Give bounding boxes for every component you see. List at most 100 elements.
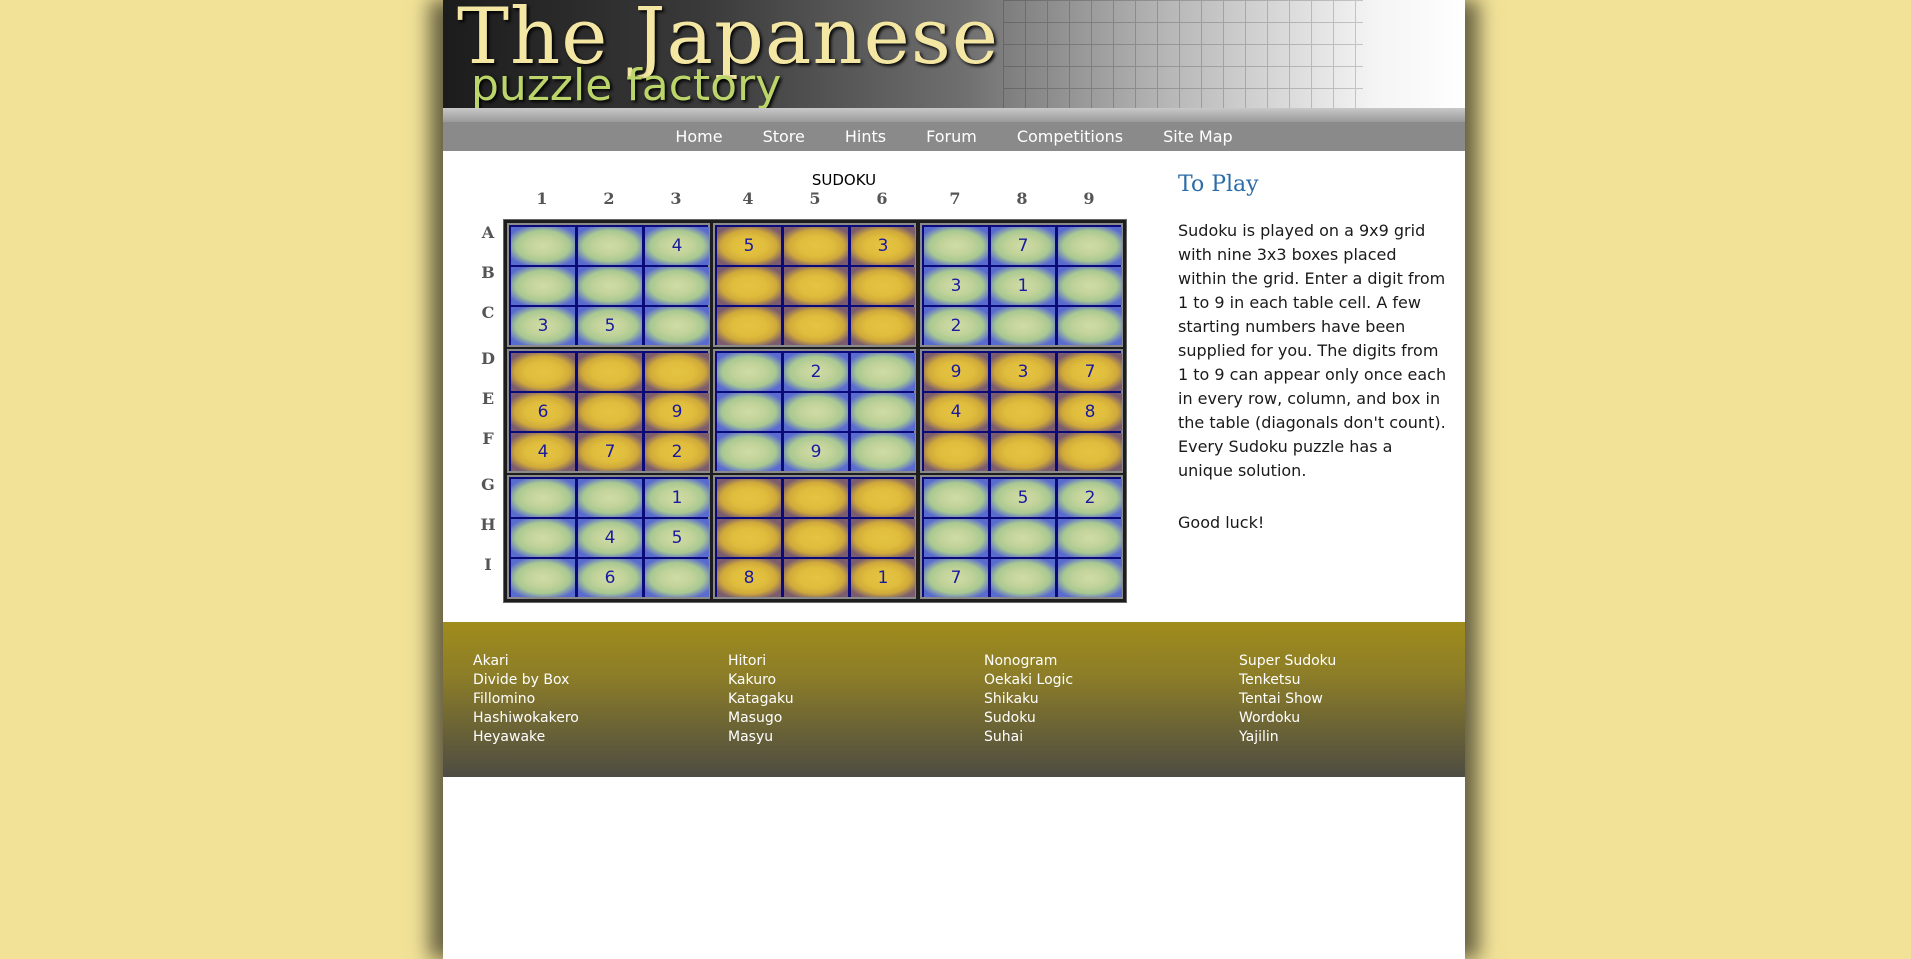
nav-site-map[interactable]: Site Map — [1143, 127, 1253, 146]
nav-home[interactable]: Home — [655, 127, 742, 146]
sudoku-cell-h7[interactable] — [924, 519, 988, 557]
sudoku-cell-h3[interactable]: 5 — [645, 519, 709, 557]
footer-link[interactable]: Kakuro — [728, 671, 794, 690]
footer-link[interactable]: Hashiwokakero — [473, 709, 579, 728]
sudoku-cell-i3[interactable] — [645, 559, 709, 597]
footer-link[interactable]: Divide by Box — [473, 671, 579, 690]
sudoku-cell-h9[interactable] — [1058, 519, 1122, 557]
sudoku-cell-b3[interactable] — [645, 267, 709, 305]
sudoku-cell-c6[interactable] — [851, 307, 915, 345]
footer-link[interactable]: Super Sudoku — [1239, 652, 1336, 671]
sudoku-cell-d2[interactable] — [578, 353, 642, 391]
sudoku-cell-h4[interactable] — [717, 519, 781, 557]
sudoku-cell-d9[interactable]: 7 — [1058, 353, 1122, 391]
sudoku-cell-d8[interactable]: 3 — [991, 353, 1055, 391]
sudoku-cell-e8[interactable] — [991, 393, 1055, 431]
sudoku-cell-f9[interactable] — [1058, 433, 1122, 471]
footer-link[interactable]: Oekaki Logic — [984, 671, 1073, 690]
sudoku-cell-g3[interactable]: 1 — [645, 479, 709, 517]
sudoku-cell-h8[interactable] — [991, 519, 1055, 557]
sudoku-cell-i2[interactable]: 6 — [578, 559, 642, 597]
sudoku-cell-g4[interactable] — [717, 479, 781, 517]
footer-link[interactable]: Suhai — [984, 728, 1073, 747]
sudoku-cell-d7[interactable]: 9 — [924, 353, 988, 391]
sudoku-cell-b8[interactable]: 1 — [991, 267, 1055, 305]
sudoku-cell-e7[interactable]: 4 — [924, 393, 988, 431]
sudoku-cell-d1[interactable] — [511, 353, 575, 391]
footer-link[interactable]: Heyawake — [473, 728, 579, 747]
sudoku-cell-f1[interactable]: 4 — [511, 433, 575, 471]
sudoku-cell-b5[interactable] — [784, 267, 848, 305]
sudoku-cell-g1[interactable] — [511, 479, 575, 517]
sudoku-cell-c7[interactable]: 2 — [924, 307, 988, 345]
footer-link[interactable]: Katagaku — [728, 690, 794, 709]
sudoku-cell-e9[interactable]: 8 — [1058, 393, 1122, 431]
sudoku-cell-f8[interactable] — [991, 433, 1055, 471]
sudoku-cell-h2[interactable]: 4 — [578, 519, 642, 557]
sudoku-cell-a3[interactable]: 4 — [645, 227, 709, 265]
nav-hints[interactable]: Hints — [825, 127, 906, 146]
sudoku-cell-e2[interactable] — [578, 393, 642, 431]
footer-link[interactable]: Tentai Show — [1239, 690, 1336, 709]
footer-link[interactable]: Masyu — [728, 728, 794, 747]
sudoku-cell-e3[interactable]: 9 — [645, 393, 709, 431]
sudoku-cell-f2[interactable]: 7 — [578, 433, 642, 471]
sudoku-cell-g2[interactable] — [578, 479, 642, 517]
sudoku-cell-c1[interactable]: 3 — [511, 307, 575, 345]
sudoku-cell-c9[interactable] — [1058, 307, 1122, 345]
sudoku-cell-a9[interactable] — [1058, 227, 1122, 265]
sudoku-cell-b4[interactable] — [717, 267, 781, 305]
sudoku-cell-i9[interactable] — [1058, 559, 1122, 597]
sudoku-cell-h1[interactable] — [511, 519, 575, 557]
sudoku-cell-a7[interactable] — [924, 227, 988, 265]
sudoku-cell-b7[interactable]: 3 — [924, 267, 988, 305]
footer-link[interactable]: Sudoku — [984, 709, 1073, 728]
sudoku-cell-d4[interactable] — [717, 353, 781, 391]
sudoku-cell-i7[interactable]: 7 — [924, 559, 988, 597]
sudoku-cell-i8[interactable] — [991, 559, 1055, 597]
footer-link[interactable]: Nonogram — [984, 652, 1073, 671]
sudoku-cell-f4[interactable] — [717, 433, 781, 471]
sudoku-cell-g7[interactable] — [924, 479, 988, 517]
footer-link[interactable]: Hitori — [728, 652, 794, 671]
sudoku-cell-f6[interactable] — [851, 433, 915, 471]
sudoku-cell-g6[interactable] — [851, 479, 915, 517]
sudoku-cell-c5[interactable] — [784, 307, 848, 345]
footer-link[interactable]: Masugo — [728, 709, 794, 728]
sudoku-cell-c3[interactable] — [645, 307, 709, 345]
footer-link[interactable]: Akari — [473, 652, 579, 671]
sudoku-cell-e5[interactable] — [784, 393, 848, 431]
sudoku-cell-b6[interactable] — [851, 267, 915, 305]
footer-link[interactable]: Wordoku — [1239, 709, 1336, 728]
sudoku-cell-a6[interactable]: 3 — [851, 227, 915, 265]
site-logo-subtitle[interactable]: puzzle factory — [471, 60, 781, 110]
footer-link[interactable]: Shikaku — [984, 690, 1073, 709]
sudoku-cell-f3[interactable]: 2 — [645, 433, 709, 471]
sudoku-cell-d3[interactable] — [645, 353, 709, 391]
sudoku-cell-c2[interactable]: 5 — [578, 307, 642, 345]
sudoku-cell-d6[interactable] — [851, 353, 915, 391]
nav-forum[interactable]: Forum — [906, 127, 997, 146]
sudoku-cell-g5[interactable] — [784, 479, 848, 517]
sudoku-cell-a1[interactable] — [511, 227, 575, 265]
nav-store[interactable]: Store — [743, 127, 825, 146]
sudoku-cell-a2[interactable] — [578, 227, 642, 265]
sudoku-cell-e1[interactable]: 6 — [511, 393, 575, 431]
sudoku-cell-g9[interactable]: 2 — [1058, 479, 1122, 517]
sudoku-cell-e4[interactable] — [717, 393, 781, 431]
sudoku-cell-h6[interactable] — [851, 519, 915, 557]
sudoku-cell-b9[interactable] — [1058, 267, 1122, 305]
footer-link[interactable]: Yajilin — [1239, 728, 1336, 747]
sudoku-cell-d5[interactable]: 2 — [784, 353, 848, 391]
sudoku-cell-c4[interactable] — [717, 307, 781, 345]
sudoku-cell-a4[interactable]: 5 — [717, 227, 781, 265]
sudoku-cell-a5[interactable] — [784, 227, 848, 265]
footer-link[interactable]: Tenketsu — [1239, 671, 1336, 690]
nav-competitions[interactable]: Competitions — [997, 127, 1143, 146]
sudoku-cell-a8[interactable]: 7 — [991, 227, 1055, 265]
sudoku-cell-c8[interactable] — [991, 307, 1055, 345]
sudoku-cell-b2[interactable] — [578, 267, 642, 305]
sudoku-cell-b1[interactable] — [511, 267, 575, 305]
sudoku-cell-i1[interactable] — [511, 559, 575, 597]
sudoku-cell-f5[interactable]: 9 — [784, 433, 848, 471]
